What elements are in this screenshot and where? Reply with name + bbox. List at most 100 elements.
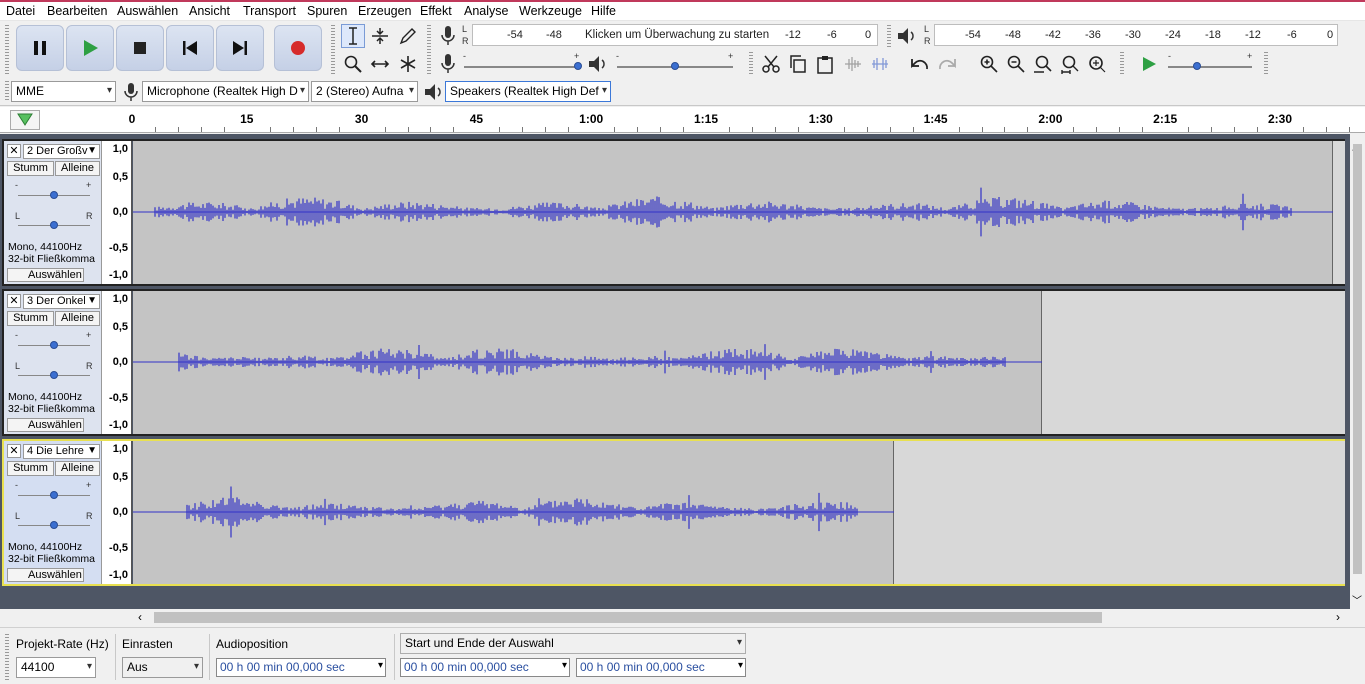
selection-tool-button[interactable] bbox=[341, 24, 365, 48]
close-track-button[interactable]: ✕ bbox=[7, 294, 21, 308]
toolbar-grip[interactable] bbox=[427, 25, 431, 75]
stop-button[interactable] bbox=[116, 25, 164, 71]
select-track-button[interactable]: Auswählen bbox=[7, 418, 84, 432]
chevron-down-icon[interactable]: ﹀ bbox=[1352, 592, 1362, 607]
draw-tool-button[interactable] bbox=[396, 24, 420, 48]
mute-button[interactable]: Stumm bbox=[7, 311, 54, 326]
toolbar-grip[interactable] bbox=[5, 81, 9, 102]
record-meter-button[interactable] bbox=[436, 24, 460, 48]
select-track-button[interactable]: Auswählen bbox=[7, 568, 84, 582]
play-at-speed-button[interactable] bbox=[1137, 52, 1161, 76]
toolbar-grip[interactable] bbox=[5, 25, 9, 75]
menu-datei[interactable]: Datei bbox=[6, 4, 35, 18]
track-control-panel[interactable]: ✕ 2 Der Großv ▼ Stumm Alleine - + L R Mo… bbox=[4, 141, 102, 284]
track-name-menu[interactable]: 3 Der Onkel ▼ bbox=[23, 294, 100, 309]
fit-selection-button[interactable] bbox=[1031, 52, 1055, 76]
menu-werkzeuge[interactable]: Werkzeuge bbox=[519, 4, 582, 18]
copy-button[interactable] bbox=[786, 52, 810, 76]
mute-button[interactable]: Stumm bbox=[7, 461, 54, 476]
waveform-area[interactable] bbox=[133, 441, 1345, 584]
project-rate-select[interactable]: 44100 ▾ bbox=[16, 657, 96, 678]
timeline-options-button[interactable] bbox=[10, 110, 40, 130]
selection-start-field[interactable]: 00 h 00 min 00,000 sec ▾ bbox=[400, 658, 570, 677]
audio-track[interactable]: ✕ 4 Die Lehre ▼ Stumm Alleine - + L R Mo… bbox=[2, 439, 1345, 586]
waveform-area[interactable] bbox=[133, 291, 1345, 434]
recording-volume-thumb[interactable] bbox=[574, 62, 582, 70]
toolbar-grip[interactable] bbox=[887, 25, 891, 47]
fit-project-button[interactable] bbox=[1058, 52, 1082, 76]
menu-ansicht[interactable]: Ansicht bbox=[189, 4, 230, 18]
track-name-menu[interactable]: 2 Der Großv ▼ bbox=[23, 144, 100, 159]
envelope-tool-button[interactable] bbox=[368, 24, 392, 48]
menu-bearbeiten[interactable]: Bearbeiten bbox=[47, 4, 107, 18]
pan-slider-thumb[interactable] bbox=[50, 221, 58, 229]
horizontal-scrollbar[interactable]: ‹ › bbox=[130, 609, 1350, 626]
selection-end-field[interactable]: 00 h 00 min 00,000 sec ▾ bbox=[576, 658, 746, 677]
pause-button[interactable] bbox=[16, 25, 64, 71]
audio-host-select[interactable]: MME ▾ bbox=[11, 81, 116, 102]
multi-tool-button[interactable] bbox=[396, 52, 420, 76]
vertical-scrollbar[interactable]: ︿ ﹀ bbox=[1350, 134, 1365, 610]
chevron-left-icon[interactable]: ‹ bbox=[138, 610, 142, 624]
playback-volume-thumb[interactable] bbox=[671, 62, 679, 70]
pan-slider-thumb[interactable] bbox=[50, 521, 58, 529]
solo-button[interactable]: Alleine bbox=[55, 311, 100, 326]
close-track-button[interactable]: ✕ bbox=[7, 444, 21, 458]
gain-slider-thumb[interactable] bbox=[50, 191, 58, 199]
timeline-ruler[interactable]: 0 15 30 45 1:00 1:15 1:30 1:45 2:00 2:15 2:30 bbox=[0, 107, 1365, 133]
cut-button[interactable] bbox=[759, 52, 783, 76]
amplitude-scale[interactable]: 1,0 0,5 0,0 -0,5 -1,0 bbox=[102, 291, 132, 434]
toolbar-grip[interactable] bbox=[5, 634, 9, 680]
play-button[interactable] bbox=[66, 25, 114, 71]
pan-slider-thumb[interactable] bbox=[50, 371, 58, 379]
menu-hilfe[interactable]: Hilfe bbox=[591, 4, 616, 18]
recording-volume-slider[interactable] bbox=[464, 66, 580, 68]
play-meter-button[interactable] bbox=[895, 24, 919, 48]
toolbar-grip[interactable] bbox=[1120, 52, 1124, 76]
play-speed-thumb[interactable] bbox=[1193, 62, 1201, 70]
recording-channels-select[interactable]: 2 (Stereo) Aufna ▾ bbox=[311, 81, 418, 102]
redo-button[interactable] bbox=[935, 52, 959, 76]
menu-analyse[interactable]: Analyse bbox=[464, 4, 508, 18]
menu-erzeugen[interactable]: Erzeugen bbox=[358, 4, 412, 18]
amplitude-scale[interactable]: 1,0 0,5 0,0 -0,5 -1,0 bbox=[102, 141, 132, 284]
gain-slider-thumb[interactable] bbox=[50, 491, 58, 499]
solo-button[interactable]: Alleine bbox=[55, 161, 100, 176]
playback-device-select[interactable]: Speakers (Realtek High Def ▾ bbox=[445, 81, 611, 102]
zoom-tool-button[interactable] bbox=[341, 52, 365, 76]
chevron-right-icon[interactable]: › bbox=[1336, 610, 1340, 624]
menu-auswaehlen[interactable]: Auswählen bbox=[117, 4, 178, 18]
audio-track[interactable]: ✕ 2 Der Großv ▼ Stumm Alleine - + L R Mo… bbox=[2, 139, 1345, 286]
track-control-panel[interactable]: ✕ 4 Die Lehre ▼ Stumm Alleine - + L R Mo… bbox=[4, 441, 102, 584]
menu-spuren[interactable]: Spuren bbox=[307, 4, 347, 18]
gain-slider-thumb[interactable] bbox=[50, 341, 58, 349]
toolbar-grip[interactable] bbox=[1264, 52, 1268, 76]
paste-button[interactable] bbox=[813, 52, 837, 76]
toolbar-grip[interactable] bbox=[331, 25, 335, 75]
menu-effekt[interactable]: Effekt bbox=[420, 4, 452, 18]
solo-button[interactable]: Alleine bbox=[55, 461, 100, 476]
zoom-toggle-button[interactable] bbox=[1085, 52, 1109, 76]
track-name-menu[interactable]: 4 Die Lehre ▼ bbox=[23, 444, 100, 459]
snap-select[interactable]: Aus ▾ bbox=[122, 657, 203, 678]
amplitude-scale[interactable]: 1,0 0,5 0,0 -0,5 -1,0 bbox=[102, 441, 132, 584]
skip-start-button[interactable] bbox=[166, 25, 214, 71]
mute-button[interactable]: Stumm bbox=[7, 161, 54, 176]
track-control-panel[interactable]: ✕ 3 Der Onkel ▼ Stumm Alleine - + L R Mo… bbox=[4, 291, 102, 434]
playback-meter[interactable]: -54 -48 -42 -36 -30 -24 -18 -12 -6 0 bbox=[934, 24, 1338, 46]
selection-mode-select[interactable]: Start und Ende der Auswahl ▾ bbox=[400, 633, 746, 654]
silence-button[interactable] bbox=[868, 52, 892, 76]
undo-button[interactable] bbox=[908, 52, 932, 76]
audio-position-field[interactable]: 00 h 00 min 00,000 sec ▾ bbox=[216, 658, 386, 677]
recording-meter[interactable]: -54 -48 Klicken um Überwachung zu starte… bbox=[472, 24, 878, 46]
horizontal-scroll-thumb[interactable] bbox=[154, 612, 1102, 623]
close-track-button[interactable]: ✕ bbox=[7, 144, 21, 158]
trim-button[interactable] bbox=[841, 52, 865, 76]
zoom-in-button[interactable] bbox=[977, 52, 1001, 76]
toolbar-grip[interactable] bbox=[749, 52, 753, 76]
play-speed-slider[interactable] bbox=[1168, 66, 1252, 68]
time-shift-tool-button[interactable] bbox=[368, 52, 392, 76]
recording-device-select[interactable]: Microphone (Realtek High D ▾ bbox=[142, 81, 309, 102]
skip-end-button[interactable] bbox=[216, 25, 264, 71]
select-track-button[interactable]: Auswählen bbox=[7, 268, 84, 282]
